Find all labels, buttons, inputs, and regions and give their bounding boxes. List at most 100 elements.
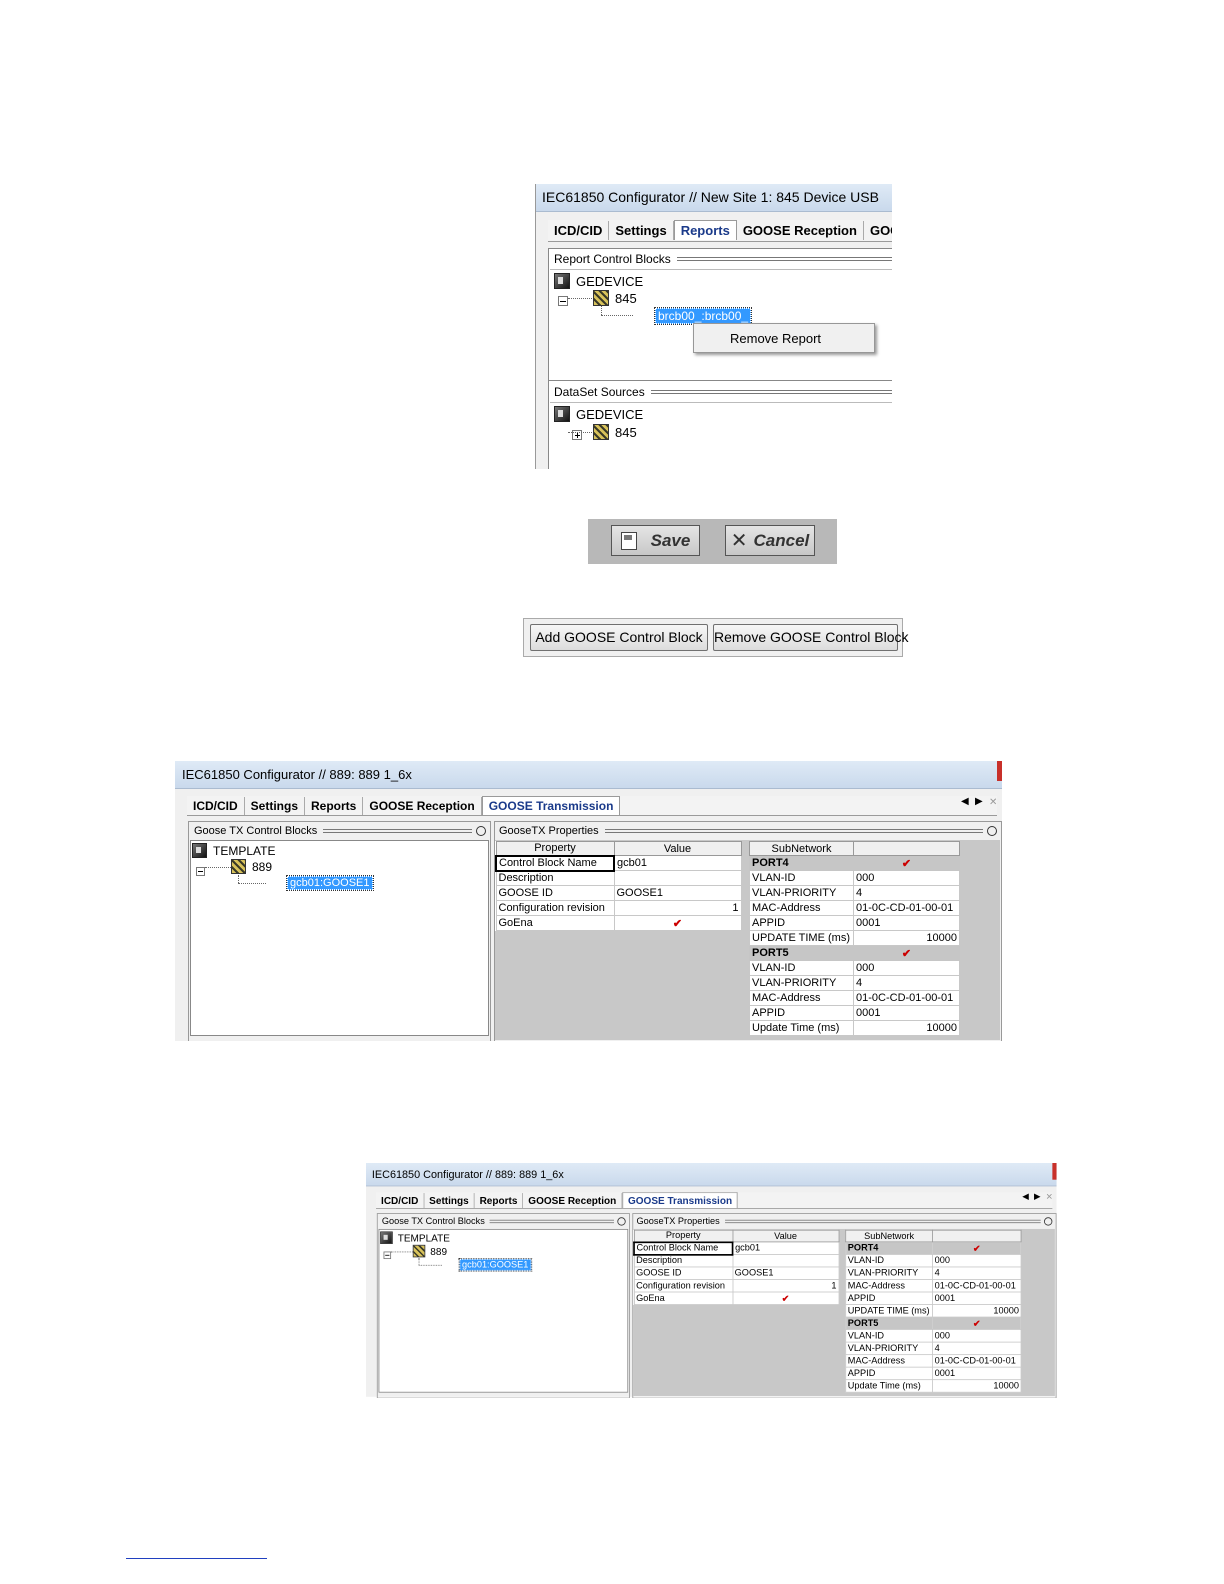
tab-settings[interactable]: Settings [245,797,306,815]
subnet-value-input[interactable]: 4 [932,1341,1022,1356]
tab-goose-reception[interactable]: GOOSE Reception [363,797,482,815]
scroll-left-icon[interactable]: ◀ [1022,1192,1028,1201]
goose-block-buttons: Add GOOSE Control Block Remove GOOSE Con… [523,618,909,657]
tab-goose-transmission[interactable]: GOOSE Transmission [622,1192,738,1209]
ds-header-separator [550,402,892,403]
remove-report-menu-item[interactable]: Remove Report [730,331,821,346]
pin-icon[interactable] [987,825,997,836]
subnet-value-input[interactable]: 4 [932,1266,1022,1280]
subnet-value-input[interactable]: 10000 [853,1020,960,1036]
save-button[interactable]: Save [611,525,700,556]
column-header-subnetwork-value[interactable] [853,841,960,856]
collapse-icon[interactable] [558,296,568,306]
port5-checkbox[interactable]: ✔ [932,1316,1022,1331]
tab-reports[interactable]: Reports [475,1193,524,1209]
tree-node-845-ds[interactable]: 845 [593,424,637,440]
tree-node-template[interactable]: TEMPLATE [192,843,275,858]
pin-icon[interactable] [1044,1216,1053,1226]
tab-reports[interactable]: Reports [673,220,737,240]
subnet-value-input[interactable]: 0001 [853,915,960,931]
goose-tx-control-blocks-header: Goose TX Control Blocks [382,1215,627,1228]
property-value-input[interactable] [732,1254,840,1268]
property-value-input[interactable] [613,870,742,886]
port5-checkbox[interactable]: ✔ [853,945,960,961]
remove-goose-control-block-button[interactable]: Remove GOOSE Control Block [713,624,909,651]
goosetx-properties-header: GooseTX Properties [637,1215,1055,1228]
tree-connector [601,315,633,316]
collapse-icon[interactable] [196,867,205,876]
subnet-value-input[interactable]: 0001 [853,1005,960,1021]
subnet-value-input[interactable]: 000 [853,870,960,886]
column-header-subnetwork[interactable]: SubNetwork [845,1229,933,1243]
port5-label: PORT5 [749,945,854,961]
property-name: Description [633,1254,733,1268]
property-name: GoEna [633,1291,733,1305]
column-header-property[interactable]: Property [633,1229,733,1243]
subnet-value-input[interactable]: 01-0C-CD-01-00-01 [853,900,960,916]
subnet-value-input[interactable]: 4 [853,885,960,901]
subnet-key: UPDATE TIME (ms) [845,1304,933,1318]
column-header-subnetwork[interactable]: SubNetwork [749,841,854,856]
tab-settings[interactable]: Settings [424,1193,475,1209]
subnet-value-input[interactable]: 01-0C-CD-01-00-01 [932,1354,1022,1368]
collapse-icon[interactable] [383,1251,392,1260]
column-header-property[interactable]: Property [495,841,615,856]
tab-goose-reception[interactable]: GOOSE Reception [523,1193,623,1209]
subnet-value-input[interactable]: 10000 [932,1304,1022,1318]
tab-goose-reception[interactable]: GOOSE Reception [737,221,864,240]
tree-node-template[interactable]: TEMPLATE [380,1231,450,1244]
tab-icd-cid[interactable]: ICD/CID [187,797,245,815]
goena-checkbox[interactable]: ✔ [613,915,742,931]
pin-icon[interactable] [476,825,486,836]
goena-checkbox[interactable]: ✔ [732,1291,840,1305]
subnet-value-input[interactable]: 10000 [932,1379,1022,1393]
column-header-subnetwork-value[interactable] [932,1229,1022,1243]
tab-goose-transmission[interactable]: GOOS [864,221,892,240]
subnet-value-input[interactable]: 4 [853,975,960,991]
property-value-input[interactable]: gcb01 [613,855,742,871]
tab-settings[interactable]: Settings [609,221,674,240]
property-value-input[interactable]: gcb01 [732,1241,840,1255]
property-name: Configuration revision [633,1279,733,1293]
tree-node-gedevice-ds[interactable]: GEDEVICE [554,406,643,422]
subnet-value-input[interactable]: 0001 [932,1366,1022,1381]
property-value-input[interactable]: GOOSE1 [613,885,742,901]
subnet-value-input[interactable]: 000 [932,1329,1022,1343]
port4-label: PORT4 [749,855,854,871]
window-close-edge [997,761,1002,781]
tab-icd-cid[interactable]: ICD/CID [548,221,610,240]
column-header-value[interactable]: Value [732,1229,840,1243]
tree-node-gcb01[interactable]: gcb01:GOOSE1 [286,875,374,891]
tree-node-gedevice[interactable]: GEDEVICE [554,273,643,289]
port4-checkbox[interactable]: ✔ [853,855,960,871]
property-value-input[interactable]: GOOSE1 [732,1266,840,1280]
close-tab-icon[interactable]: ✕ [1046,1193,1053,1202]
tab-goose-transmission[interactable]: GOOSE Transmission [481,796,621,815]
tree-node-gcb01[interactable]: gcb01:GOOSE1 [458,1258,532,1272]
tree-node-845[interactable]: 845 [593,290,637,306]
tree-node-brcb00[interactable]: brcb00_:brcb00_ [653,307,753,325]
subnet-value-input[interactable]: 10000 [853,930,960,946]
port4-checkbox[interactable]: ✔ [932,1241,1022,1255]
cancel-button[interactable]: ✕ Cancel [725,525,815,556]
tree-node-889[interactable]: 889 [231,859,272,874]
close-tab-icon[interactable]: ✕ [989,797,997,808]
add-goose-control-block-button[interactable]: Add GOOSE Control Block [530,624,708,651]
device-icon [554,406,570,422]
scroll-left-icon[interactable]: ◀ [961,796,969,807]
subnet-value-input[interactable]: 01-0C-CD-01-00-01 [932,1279,1022,1293]
scroll-right-icon[interactable]: ▶ [975,796,983,807]
subnet-value-input[interactable]: 000 [853,960,960,976]
window-close-edge [1052,1163,1057,1180]
scroll-right-icon[interactable]: ▶ [1034,1192,1040,1201]
subnet-value-input[interactable]: 01-0C-CD-01-00-01 [853,990,960,1006]
tab-reports[interactable]: Reports [305,797,364,815]
subnet-value-input[interactable]: 000 [932,1254,1022,1268]
tree-node-889[interactable]: 889 [412,1244,447,1258]
subnet-value-input[interactable]: 0001 [932,1291,1022,1305]
column-header-value[interactable]: Value [613,841,742,856]
pin-icon[interactable] [617,1216,626,1226]
property-value-input[interactable]: 1 [732,1279,840,1293]
tab-icd-cid[interactable]: ICD/CID [376,1193,425,1209]
property-value-input[interactable]: 1 [613,900,742,916]
